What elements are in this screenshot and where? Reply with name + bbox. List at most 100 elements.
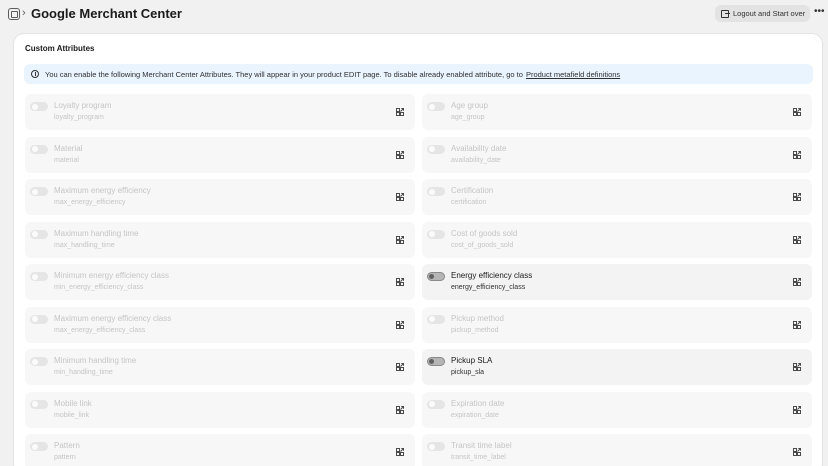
open-definition-icon[interactable]	[793, 278, 801, 286]
attribute-toggle[interactable]	[427, 229, 445, 239]
attribute-key: pattern	[54, 454, 76, 461]
app-icon[interactable]	[8, 8, 20, 20]
attribute-toggle[interactable]	[427, 442, 445, 451]
card-title: Custom Attributes	[25, 44, 95, 53]
attribute-label: Transit time label	[451, 441, 512, 450]
attribute-toggle[interactable]	[427, 272, 445, 281]
attribute-toggle[interactable]	[427, 144, 445, 154]
attribute-toggle[interactable]	[30, 144, 48, 154]
more-actions-icon[interactable]: •••	[814, 6, 825, 17]
attribute-label: Certification	[451, 186, 494, 195]
attribute-label: Age group	[451, 101, 488, 110]
logout-icon	[721, 9, 730, 18]
attribute-key: transit_time_label	[451, 454, 506, 461]
attribute-key: cost_of_goods_sold	[451, 241, 514, 249]
open-definition-icon[interactable]	[793, 320, 801, 329]
open-definition-icon[interactable]	[793, 235, 801, 244]
attribute-label: Mobile link	[54, 398, 92, 408]
open-definition-icon[interactable]	[396, 363, 404, 371]
attribute-item-mobile_link: Mobile link mobile_link	[25, 391, 415, 428]
attribute-key: expiration_date	[451, 411, 499, 419]
attribute-key: certification	[451, 199, 487, 206]
attribute-label: Minimum handling time	[54, 356, 137, 365]
open-definition-icon[interactable]	[396, 108, 404, 116]
attribute-toggle[interactable]	[30, 442, 48, 451]
open-definition-icon[interactable]	[793, 363, 801, 371]
attribute-toggle[interactable]	[30, 102, 48, 111]
attribute-item-age_group: Age group age_group	[422, 94, 812, 130]
attribute-label: Maximum energy efficiency	[54, 186, 151, 195]
attribute-toggle[interactable]	[427, 399, 445, 409]
open-definition-icon[interactable]	[396, 193, 404, 201]
attribute-toggle[interactable]	[30, 272, 48, 281]
open-definition-icon[interactable]	[396, 320, 404, 329]
logout-button-label: Logout and Start over	[733, 9, 806, 18]
custom-attributes-card: Custom Attributes You can enable the fol…	[14, 34, 822, 466]
open-definition-icon[interactable]	[396, 448, 404, 456]
attribute-key: energy_efficiency_class	[451, 284, 526, 291]
top-bar: › Google Merchant Center Logout and Star…	[0, 0, 828, 28]
attribute-item-max_energy_efficiency: Maximum energy efficiency max_energy_effi…	[25, 179, 415, 215]
attribute-toggle[interactable]	[30, 399, 48, 409]
metafield-definitions-link[interactable]: Product metafield definitions	[526, 70, 620, 79]
attribute-item-max_energy_efficiency_class: Maximum energy efficiency class max_energ…	[25, 306, 415, 343]
open-definition-icon[interactable]	[396, 150, 404, 159]
attribute-key: min_energy_efficiency_class	[54, 284, 144, 291]
open-definition-icon[interactable]	[793, 193, 801, 201]
logout-button[interactable]: Logout and Start over	[715, 5, 810, 22]
chevron-right-icon: ›	[22, 7, 26, 19]
attribute-label: Minimum energy efficiency class	[54, 271, 170, 280]
attribute-toggle[interactable]	[427, 314, 445, 324]
open-definition-icon[interactable]	[396, 278, 404, 286]
open-definition-icon[interactable]	[793, 150, 801, 159]
attribute-key: age_group	[451, 114, 485, 121]
attribute-key: max_handling_time	[54, 241, 115, 249]
attribute-key: max_energy_efficiency	[54, 199, 126, 206]
attribute-item-min_energy_efficiency_class: Minimum energy efficiency class min_energ…	[25, 264, 415, 300]
attribute-label: Material	[54, 143, 83, 153]
banner-text: You can enable the following Merchant Ce…	[45, 69, 523, 79]
info-banner: You can enable the following Merchant Ce…	[24, 64, 813, 84]
attribute-key: loyalty_program	[54, 114, 104, 121]
attribute-key: pickup_method	[451, 326, 499, 334]
attribute-toggle[interactable]	[30, 314, 48, 324]
attribute-toggle[interactable]	[427, 102, 445, 111]
attribute-label: Energy efficiency class	[451, 271, 533, 280]
attribute-toggle[interactable]	[30, 229, 48, 239]
attribute-key: material	[54, 156, 79, 164]
attribute-item-cost_of_goods_sold: Cost of goods sold cost_of_goods_sold	[422, 221, 812, 258]
attribute-label: Cost of goods sold	[451, 228, 518, 238]
info-icon	[31, 70, 39, 78]
attribute-item-material: Material material	[25, 136, 415, 173]
attribute-item-pickup_method: Pickup method pickup_method	[422, 306, 812, 343]
attribute-toggle[interactable]	[427, 187, 445, 196]
open-definition-icon[interactable]	[793, 405, 801, 414]
attribute-item-pickup_sla: Pickup SLA pickup_sla	[422, 349, 812, 385]
attribute-toggle[interactable]	[30, 187, 48, 196]
attribute-item-transit_time_label: Transit time label transit_time_label	[422, 434, 812, 466]
attribute-toggle[interactable]	[30, 357, 48, 366]
attribute-item-loyalty_program: Loyalty program loyalty_program	[25, 94, 415, 130]
attribute-key: pickup_sla	[451, 369, 485, 376]
attribute-item-max_handling_time: Maximum handling time max_handling_time	[25, 221, 415, 258]
open-definition-icon[interactable]	[793, 448, 801, 456]
attribute-item-energy_efficiency_class: Energy efficiency class energy_efficiency…	[422, 264, 812, 300]
attribute-toggle[interactable]	[427, 357, 445, 366]
attribute-item-availability_date: Availability date availability_date	[422, 136, 812, 173]
open-definition-icon[interactable]	[396, 235, 404, 244]
open-definition-icon[interactable]	[793, 108, 801, 116]
attribute-label: Expiration date	[451, 398, 505, 408]
attribute-label: Availability date	[451, 143, 507, 153]
attribute-key: availability_date	[451, 156, 501, 164]
attribute-label: Pickup method	[451, 313, 504, 323]
attribute-label: Loyalty program	[54, 101, 112, 110]
attribute-key: min_handling_time	[54, 369, 113, 376]
attribute-label: Maximum handling time	[54, 228, 139, 238]
attribute-label: Pattern	[54, 441, 80, 450]
attribute-label: Pickup SLA	[451, 356, 493, 365]
attribute-key: mobile_link	[54, 411, 90, 419]
attribute-item-expiration_date: Expiration date expiration_date	[422, 391, 812, 428]
open-definition-icon[interactable]	[396, 405, 404, 414]
page-title: Google Merchant Center	[31, 6, 182, 21]
attribute-key: max_energy_efficiency_class	[54, 326, 146, 334]
